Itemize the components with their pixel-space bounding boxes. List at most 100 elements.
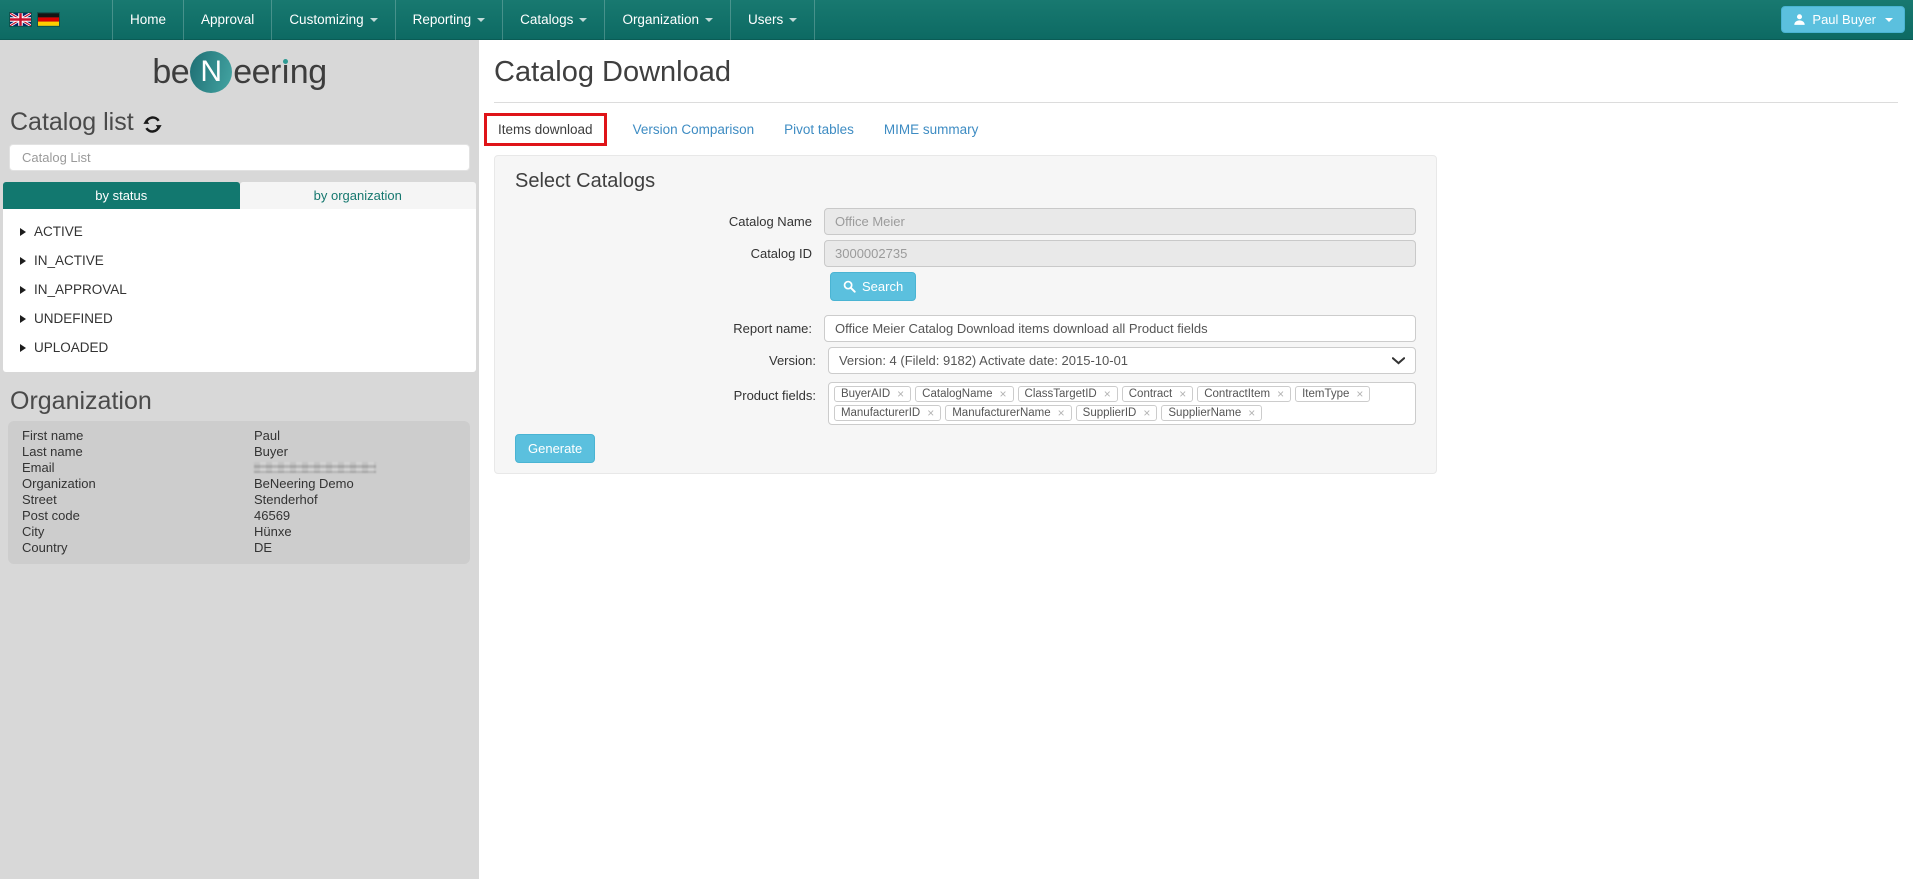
chevron-down-icon [579,18,587,22]
remove-tag-icon[interactable] [1356,388,1363,400]
tree-item-undefined[interactable]: UNDEFINED [3,304,476,333]
nav-item-reporting[interactable]: Reporting [395,0,503,40]
nav-label: Customizing [289,12,363,27]
generate-button[interactable]: Generate [515,434,595,463]
nav-label: Users [748,12,783,27]
tag-manufacturerid: ManufacturerID [834,405,941,421]
chevron-down-icon [477,18,485,22]
organization-panel: First namePaul Last nameBuyer Email Orga… [8,421,470,564]
tab-version-comparison[interactable]: Version Comparison [622,114,766,145]
nav-label: Organization [622,12,699,27]
tab-mime-summary[interactable]: MIME summary [873,114,990,145]
search-button[interactable]: Search [830,272,916,301]
expand-arrow-icon[interactable] [20,257,26,265]
org-row-city: CityHünxe [22,524,458,540]
nav-item-catalogs[interactable]: Catalogs [502,0,604,40]
catalog-id-label: Catalog ID [515,240,824,267]
catalog-search-input[interactable] [9,144,470,171]
sidebar-tabs: by status by organization [3,182,476,209]
catalog-name-row: Catalog Name [515,208,1416,235]
search-icon [843,280,856,293]
tab-items-download[interactable]: Items download [484,113,607,146]
version-select-value[interactable] [828,347,1416,374]
remove-tag-icon[interactable] [897,388,904,400]
nav-label: Reporting [413,12,472,27]
report-name-row: Report name: [515,315,1416,342]
remove-tag-icon[interactable] [1143,407,1150,419]
tag-itemtype: ItemType [1295,386,1370,402]
expand-arrow-icon[interactable] [20,344,26,352]
logo-i-dot [283,59,288,64]
expand-arrow-icon[interactable] [20,315,26,323]
tree-item-uploaded[interactable]: UPLOADED [3,333,476,362]
chevron-down-icon [370,18,378,22]
tree-item-in-approval[interactable]: IN_APPROVAL [3,275,476,304]
main-menu: Home Approval Customizing Reporting Cata… [112,0,815,40]
catalog-list-title: Catalog list [10,108,469,137]
org-row-email: Email [22,460,458,477]
search-button-label: Search [862,279,903,294]
beneering-logo[interactable]: be N eer ı ng [0,48,479,96]
report-name-field[interactable] [824,315,1416,342]
tree-item-in-active[interactable]: IN_ACTIVE [3,246,476,275]
product-fields-tags-input[interactable]: BuyerAID CatalogName ClassTargetID Contr… [828,382,1416,425]
catalog-id-field[interactable] [824,240,1416,267]
chevron-down-icon [705,18,713,22]
catalog-download-tabs: Items download Version Comparison Pivot … [494,113,1913,146]
tab-pivot-tables[interactable]: Pivot tables [773,114,865,145]
nav-item-customizing[interactable]: Customizing [271,0,394,40]
remove-tag-icon[interactable] [1248,407,1255,419]
version-label: Version: [515,347,828,374]
refresh-icon[interactable] [143,115,162,134]
nav-label: Home [130,12,166,27]
nav-item-users[interactable]: Users [730,0,815,40]
nav-item-home[interactable]: Home [112,0,183,40]
generate-row: Generate [515,434,1416,463]
expand-arrow-icon[interactable] [20,228,26,236]
divider [494,102,1898,103]
tab-by-status[interactable]: by status [3,182,240,209]
org-row-post-code: Post code46569 [22,508,458,524]
nav-label: Catalogs [520,12,573,27]
remove-tag-icon[interactable] [927,407,934,419]
expand-arrow-icon[interactable] [20,286,26,294]
tag-manufacturername: ManufacturerName [945,405,1071,421]
logo-text: be [152,53,189,92]
remove-tag-icon[interactable] [1179,388,1186,400]
tree-item-active[interactable]: ACTIVE [3,217,476,246]
top-navbar: Home Approval Customizing Reporting Cata… [0,0,1913,40]
remove-tag-icon[interactable] [1277,388,1284,400]
catalog-name-label: Catalog Name [515,208,824,235]
user-name: Paul Buyer [1812,12,1876,27]
org-row-street: StreetStenderhof [22,492,458,508]
tab-by-organization[interactable]: by organization [240,182,477,209]
logo-n-circle: N [190,51,232,93]
tag-contract: Contract [1122,386,1193,402]
user-menu-button[interactable]: Paul Buyer [1781,6,1905,33]
nav-item-organization[interactable]: Organization [604,0,730,40]
chevron-down-icon [789,18,797,22]
product-fields-row: Product fields: BuyerAID CatalogName Cla… [515,382,1416,425]
report-name-label: Report name: [515,315,824,342]
nav-item-approval[interactable]: Approval [183,0,271,40]
version-select[interactable] [828,347,1416,374]
uk-flag-icon[interactable] [10,13,31,26]
language-switcher [10,13,59,26]
main-content: Catalog Download Items download Version … [479,40,1913,879]
tag-buyeraid: BuyerAID [834,386,911,402]
tag-classtargetid: ClassTargetID [1018,386,1118,402]
catalog-name-field[interactable] [824,208,1416,235]
remove-tag-icon[interactable] [1058,407,1065,419]
tag-catalogname: CatalogName [915,386,1013,402]
catalog-id-row: Catalog ID [515,240,1416,267]
org-row-last-name: Last nameBuyer [22,444,458,460]
tag-supplierid: SupplierID [1076,405,1158,421]
german-flag-icon[interactable] [38,13,59,26]
org-row-country: CountryDE [22,540,458,556]
tag-contractitem: ContractItem [1197,386,1291,402]
catalog-status-tree: ACTIVE IN_ACTIVE IN_APPROVAL UNDEFINED U… [3,209,476,372]
remove-tag-icon[interactable] [1000,388,1007,400]
remove-tag-icon[interactable] [1104,388,1111,400]
chevron-down-icon [1885,18,1893,22]
organization-title: Organization [10,387,469,416]
